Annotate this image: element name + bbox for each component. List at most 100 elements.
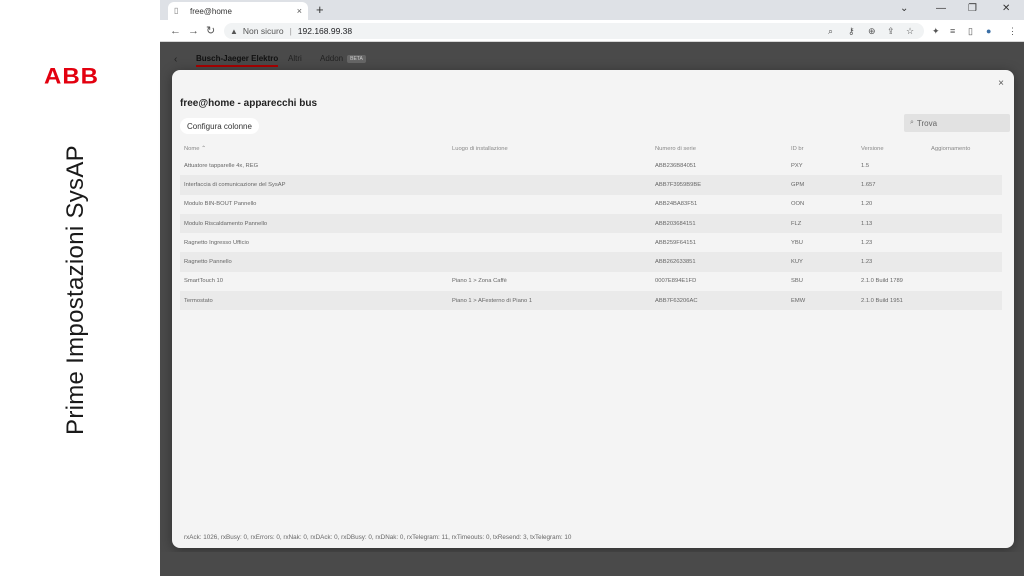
bus-statistics-text: rxAck: 1026, rxBusy: 0, rxErrors: 0, rxN…	[184, 534, 572, 541]
tab-title: free@home	[190, 6, 232, 16]
cell-name: SmartTouch 10	[184, 278, 223, 285]
cell-name: Interfaccia di comunicazione del SysAP	[184, 181, 286, 188]
dialog-title: free@home - apparecchi bus	[180, 98, 318, 109]
menu-icon[interactable]: ⋮	[1008, 24, 1017, 38]
cell-serial: ABB236B84051	[655, 162, 697, 169]
tab-addon[interactable]: Addon BETA	[320, 54, 366, 63]
column-header-location[interactable]: Luogo di installazione	[452, 146, 508, 152]
cell-serial: 0007E894E1FD	[655, 278, 697, 285]
cell-version: 1.5	[861, 162, 870, 169]
tab-altri[interactable]: Altri	[288, 54, 302, 63]
close-icon[interactable]: ×	[998, 78, 1004, 89]
tab-search-icon[interactable]: ⌄	[900, 2, 908, 16]
column-header-serial[interactable]: Numero di serie	[655, 146, 696, 152]
cell-version: 1.23	[861, 239, 873, 246]
brand-panel: ABB Prime Impostazioni SysAP	[0, 0, 160, 576]
cell-version: 2.1.0 Build 1789	[861, 278, 903, 285]
security-label[interactable]: Non sicuro	[243, 26, 284, 36]
search-icon[interactable]: ⌕	[828, 24, 833, 38]
cell-id: OON	[791, 201, 805, 208]
close-window-icon[interactable]: ✕	[1002, 2, 1010, 16]
cell-name: Modulo Riscaldamento Pannello	[184, 220, 268, 227]
cell-version: 1.20	[861, 201, 873, 208]
column-header-update[interactable]: Aggiornamento	[931, 146, 970, 152]
cell-id: EMW	[791, 297, 806, 304]
cell-id: GPM	[791, 181, 805, 188]
warning-icon: ▲	[230, 26, 238, 36]
side-title: Prime Impostazioni SysAP	[62, 145, 89, 435]
cell-name: Attuatore tapparelle 4x, REG	[184, 162, 259, 169]
favicon-icon: ▯	[174, 6, 179, 15]
page-back-icon[interactable]: ‹	[174, 54, 177, 65]
cell-location: Piano 1 > AFesterno di Piano 1	[452, 297, 533, 304]
tab-busch-jaeger[interactable]: Busch-Jaeger Elektro	[196, 54, 279, 67]
table-row[interactable]: Ragnetto Pannello ABB262633851 KUY 1.23	[180, 252, 1002, 272]
url-text[interactable]: 192.168.99.38	[298, 26, 352, 36]
cell-serial: ABB262633851	[655, 259, 696, 266]
reload-icon[interactable]: ↻	[206, 23, 215, 39]
table-header: Nome ⌃ Luogo di installazione Numero di …	[180, 142, 1002, 156]
browser-tab[interactable]: ▯ free@home ×	[168, 2, 308, 20]
omnibox-separator: |	[289, 26, 292, 36]
table-row[interactable]: Ragnetto Ingresso Ufficio ABB259F64151 Y…	[180, 233, 1002, 252]
bus-devices-dialog: × free@home - apparecchi bus Configura c…	[172, 70, 1014, 548]
share-icon[interactable]: ⇪	[887, 24, 895, 38]
cell-name: Termostato	[184, 297, 213, 304]
table-row[interactable]: Termostato Piano 1 > AFesterno di Piano …	[180, 291, 1002, 311]
search-input[interactable]	[916, 118, 997, 128]
profile-avatar-icon[interactable]: ●	[986, 24, 991, 38]
star-icon[interactable]: ☆	[906, 24, 914, 38]
extensions-icon[interactable]: ✦	[932, 24, 940, 38]
browser-toolbar: ← → ↻ ▲ Non sicuro | 192.168.99.38 ⌕ ⚷ ⊕…	[160, 20, 1024, 42]
cell-serial: ABB259F64151	[655, 239, 696, 246]
abb-logo: ABB	[44, 64, 99, 89]
cell-serial: ABB203684151	[655, 220, 696, 227]
table-row[interactable]: Modulo BIN-BOUT Pannello ABB24BA83F51 OO…	[180, 195, 1002, 214]
tab-addon-label: Addon	[320, 54, 344, 63]
cell-location: Piano 1 > Zona Caffè	[452, 278, 507, 285]
beta-badge: BETA	[347, 54, 366, 63]
cell-id: SBU	[791, 278, 803, 285]
column-header-name[interactable]: Nome ⌃	[184, 146, 206, 152]
cell-id: FLZ	[791, 220, 802, 227]
cell-version: 2.1.0 Build 1951	[861, 297, 903, 304]
minimize-icon[interactable]: —	[936, 2, 946, 16]
side-panel-icon[interactable]: ▯	[968, 24, 973, 38]
cell-id: KUY	[791, 259, 803, 266]
cell-id: PXY	[791, 162, 803, 169]
table-row[interactable]: Interfaccia di comunicazione del SysAP A…	[180, 175, 1002, 195]
page-bottom-area	[160, 552, 1024, 576]
cell-name: Ragnetto Ingresso Ufficio	[184, 239, 249, 246]
tab-bar: ▯ free@home × + ⌄ — ❐ ✕	[160, 0, 1024, 20]
configure-columns-button[interactable]: Configura colonne	[180, 118, 259, 134]
key-icon[interactable]: ⚷	[848, 24, 855, 38]
page-tabs: ‹ Busch-Jaeger Elektro Altri Addon BETA	[160, 42, 1024, 72]
new-tab-button[interactable]: +	[316, 2, 324, 18]
page-content: ‹ Busch-Jaeger Elektro Altri Addon BETA ×…	[160, 42, 1024, 576]
cell-serial: ABB7F63206AC	[655, 297, 698, 304]
column-header-version[interactable]: Versione	[861, 146, 884, 152]
zoom-icon[interactable]: ⊕	[868, 24, 876, 38]
cell-name: Modulo BIN-BOUT Pannello	[184, 201, 257, 208]
search-field[interactable]: ⌕	[904, 114, 1010, 132]
cell-version: 1.23	[861, 259, 873, 266]
cell-serial: ABB24BA83F51	[655, 201, 698, 208]
address-bar[interactable]: ▲ Non sicuro | 192.168.99.38	[224, 23, 924, 39]
restore-icon[interactable]: ❐	[968, 2, 977, 16]
table-row[interactable]: Attuatore tapparelle 4x, REG ABB236B8405…	[180, 156, 1002, 175]
table-row[interactable]: Modulo Riscaldamento Pannello ABB2036841…	[180, 213, 1002, 234]
tab-close-icon[interactable]: ×	[297, 6, 302, 16]
devices-table: Nome ⌃ Luogo di installazione Numero di …	[180, 142, 1002, 311]
cell-version: 1.657	[861, 181, 876, 188]
forward-icon[interactable]: →	[188, 23, 199, 39]
column-header-id[interactable]: ID br	[791, 146, 804, 152]
search-field-icon: ⌕	[910, 119, 914, 126]
cell-serial: ABB7F3959B9BE	[655, 181, 702, 188]
cell-id: YBU	[791, 239, 803, 246]
cell-version: 1.13	[861, 220, 873, 227]
media-icon[interactable]: ≡	[950, 24, 955, 38]
browser-window: ▯ free@home × + ⌄ — ❐ ✕ ← → ↻ ▲ Non sicu…	[160, 0, 1024, 576]
cell-name: Ragnetto Pannello	[184, 259, 232, 266]
back-icon[interactable]: ←	[170, 23, 181, 39]
table-row[interactable]: SmartTouch 10 Piano 1 > Zona Caffè 0007E…	[180, 272, 1002, 291]
